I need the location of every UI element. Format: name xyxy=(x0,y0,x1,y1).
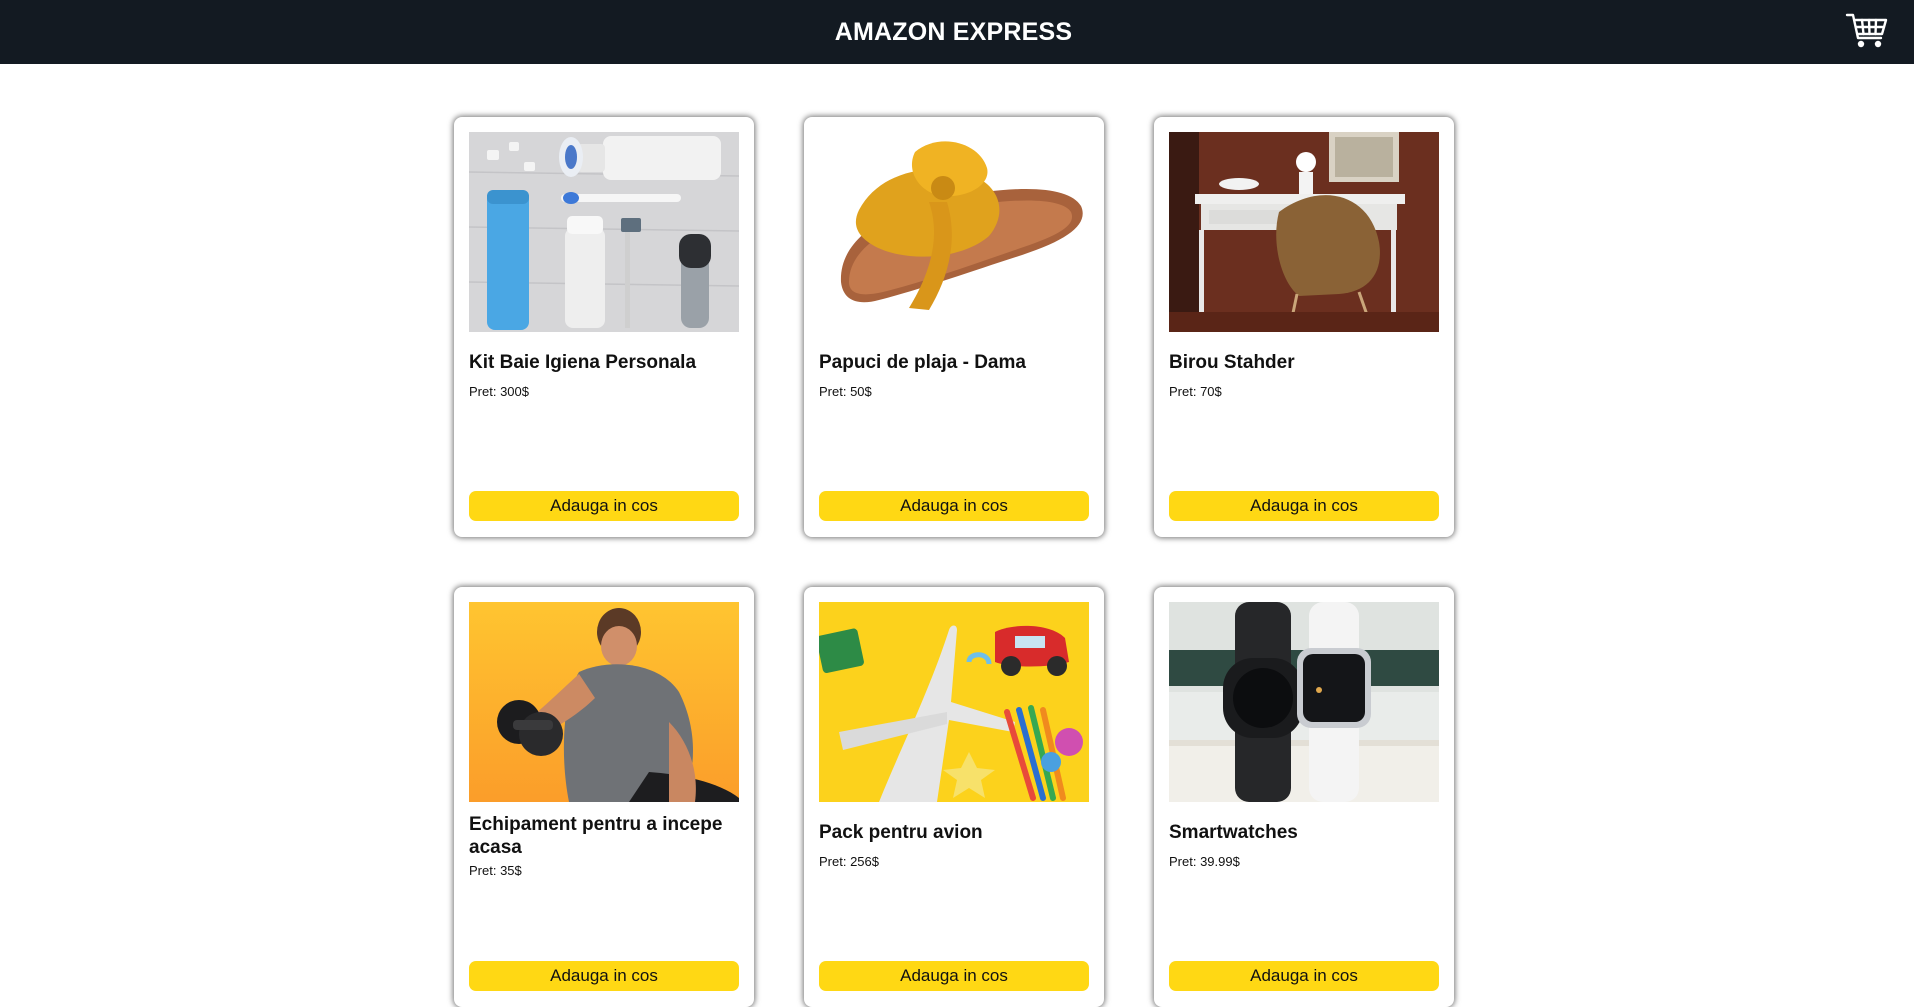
product-price: Pret: 50$ xyxy=(819,384,872,399)
cart-button[interactable] xyxy=(1845,12,1889,50)
top-navbar: AMAZON EXPRESS xyxy=(0,0,1914,64)
product-price: Pret: 35$ xyxy=(469,863,522,878)
product-title: Pack pentru avion xyxy=(819,822,983,843)
product-grid: Kit Baie Igiena Personala Pret: 300$ Ada… xyxy=(454,117,1454,1007)
product-title: Echipament pentru a incepe acasa xyxy=(469,814,723,858)
product-card: Echipament pentru a incepe acasa Pret: 3… xyxy=(454,587,754,1007)
add-to-cart-button[interactable]: Adauga in cos xyxy=(1169,961,1439,991)
add-to-cart-button[interactable]: Adauga in cos xyxy=(469,491,739,521)
product-image xyxy=(469,602,739,802)
product-price: Pret: 256$ xyxy=(819,854,879,869)
product-image xyxy=(819,132,1089,332)
product-price: Pret: 70$ xyxy=(1169,384,1222,399)
add-to-cart-button[interactable]: Adauga in cos xyxy=(819,491,1089,521)
add-to-cart-button[interactable]: Adauga in cos xyxy=(469,961,739,991)
shopping-cart-icon xyxy=(1845,13,1888,48)
product-price: Pret: 39.99$ xyxy=(1169,854,1240,869)
product-image xyxy=(1169,602,1439,802)
product-image xyxy=(469,132,739,332)
product-title: Papuci de plaja - Dama xyxy=(819,352,1026,373)
product-card: Pack pentru avion Pret: 256$ Adauga in c… xyxy=(804,587,1104,1007)
product-title: Smartwatches xyxy=(1169,822,1298,843)
add-to-cart-button[interactable]: Adauga in cos xyxy=(819,961,1089,991)
brand-title: AMAZON EXPRESS xyxy=(834,17,1073,46)
product-card: Smartwatches Pret: 39.99$ Adauga in cos xyxy=(1154,587,1454,1007)
product-card: Papuci de plaja - Dama Pret: 50$ Adauga … xyxy=(804,117,1104,537)
product-image xyxy=(819,602,1089,802)
product-price: Pret: 300$ xyxy=(469,384,529,399)
product-title: Kit Baie Igiena Personala xyxy=(469,352,697,373)
product-image xyxy=(1169,132,1439,332)
product-card: Birou Stahder Pret: 70$ Adauga in cos xyxy=(1154,117,1454,537)
add-to-cart-button[interactable]: Adauga in cos xyxy=(1169,491,1439,521)
product-card: Kit Baie Igiena Personala Pret: 300$ Ada… xyxy=(454,117,754,537)
product-title: Birou Stahder xyxy=(1169,352,1295,373)
